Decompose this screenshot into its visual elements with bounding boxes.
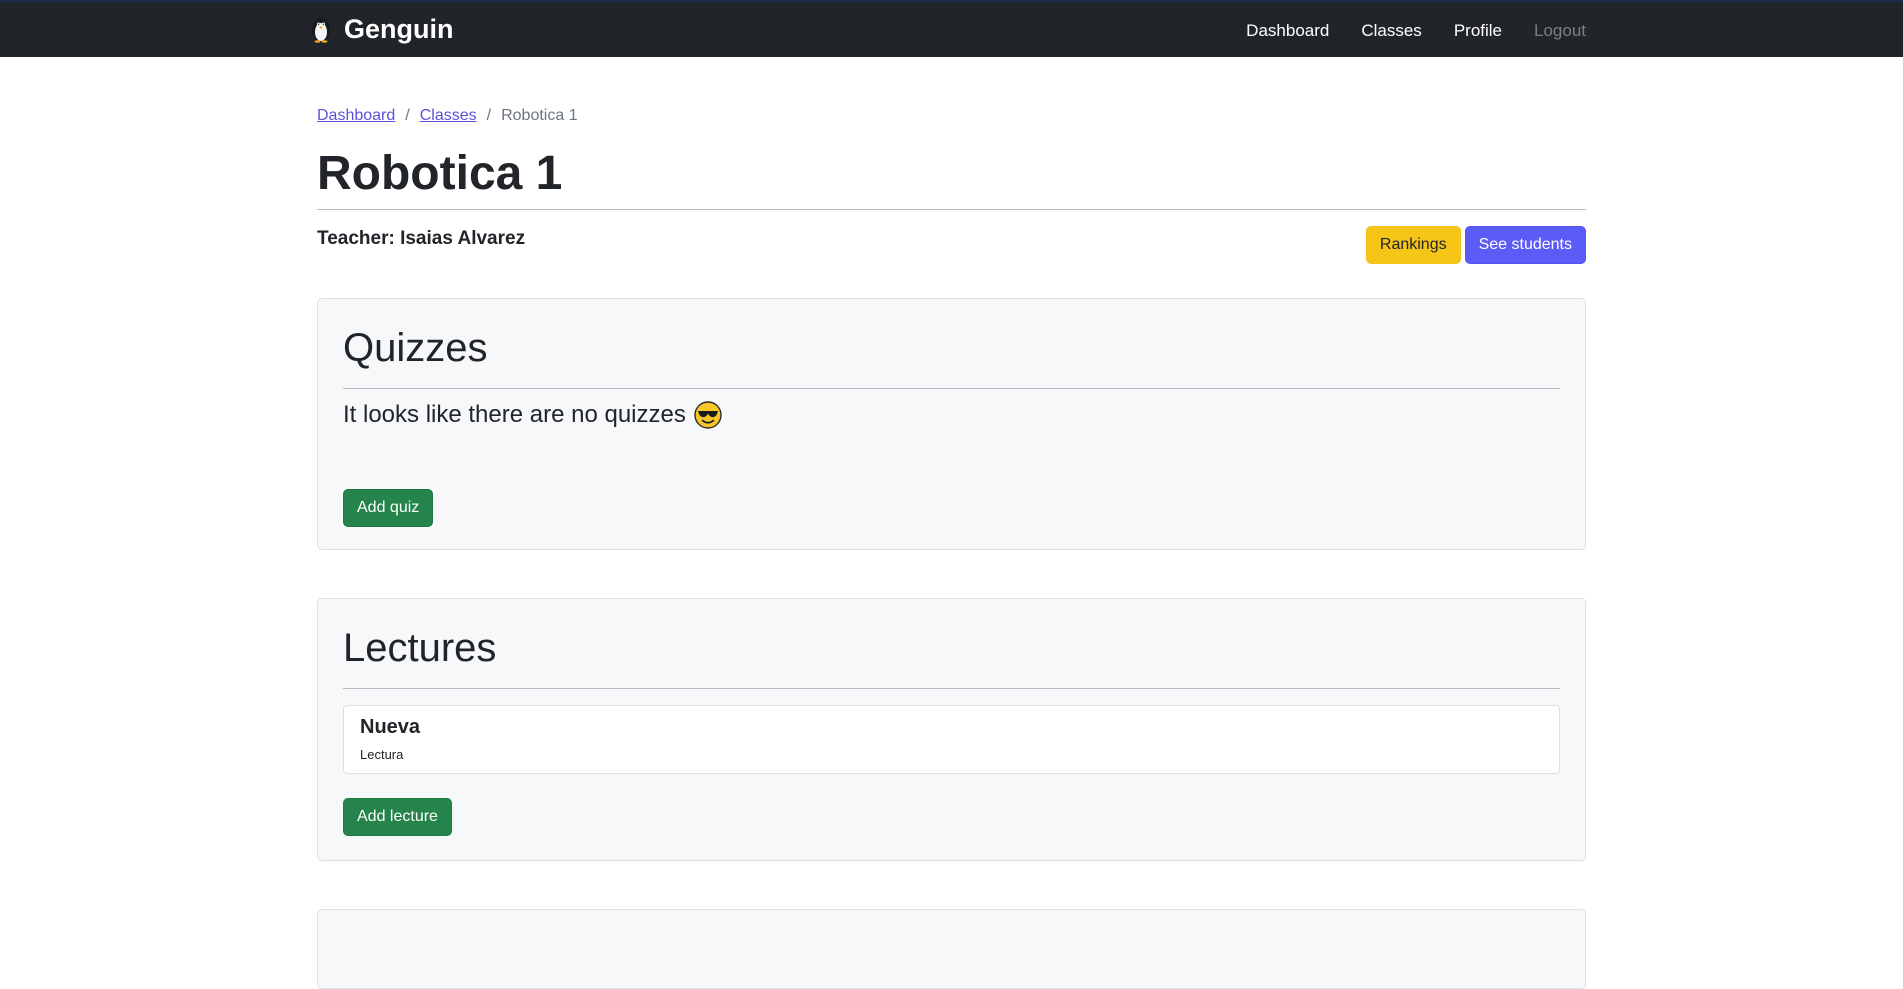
quizzes-card: Quizzes It looks like there are no quizz… — [317, 298, 1586, 550]
page-title: Robotica 1 — [317, 147, 563, 200]
top-navbar: Genguin Dashboard Classes Profile Logout — [0, 0, 1903, 57]
quizzes-empty-message: It looks like there are no quizzes — [343, 401, 722, 429]
breadcrumb-separator: / — [405, 107, 410, 124]
lectures-card: Lectures Nueva Lectura Add lecture — [317, 598, 1586, 861]
breadcrumb-link-dashboard[interactable]: Dashboard — [317, 107, 395, 125]
next-section-card — [317, 909, 1586, 989]
rankings-button[interactable]: Rankings — [1365, 226, 1461, 264]
see-students-button[interactable]: See students — [1464, 226, 1586, 264]
lectures-heading: Lectures — [343, 626, 497, 670]
title-divider — [317, 209, 1586, 210]
teacher-label: Teacher: Isaias Alvarez — [317, 228, 526, 249]
brand-name: Genguin — [344, 13, 454, 44]
breadcrumb-separator: / — [486, 107, 492, 124]
class-actions: Rankings See students — [1365, 226, 1586, 264]
quizzes-divider — [343, 388, 1560, 389]
nav-link-logout[interactable]: Logout — [1534, 21, 1586, 41]
breadcrumb: Dashboard / Classes / Robotica 1 — [317, 107, 578, 125]
lecture-subtitle: Lectura — [360, 747, 404, 762]
add-quiz-button[interactable]: Add quiz — [343, 489, 434, 527]
nav-link-profile[interactable]: Profile — [1454, 21, 1502, 41]
lectures-divider — [343, 688, 1560, 689]
nav-links: Dashboard Classes Profile Logout — [1246, 2, 1586, 59]
add-lecture-button[interactable]: Add lecture — [343, 798, 452, 836]
lecture-title: Nueva — [360, 716, 421, 738]
nav-link-classes[interactable]: Classes — [1361, 21, 1421, 41]
smiling-face-with-sunglasses-icon — [694, 401, 722, 429]
quizzes-empty-text: It looks like there are no quizzes — [343, 401, 686, 428]
nav-link-dashboard[interactable]: Dashboard — [1246, 21, 1329, 41]
brand-link[interactable]: Genguin — [310, 14, 454, 44]
quizzes-heading: Quizzes — [343, 326, 488, 370]
breadcrumb-link-classes[interactable]: Classes — [420, 107, 477, 125]
penguin-icon — [312, 18, 330, 43]
breadcrumb-current: Robotica 1 — [501, 107, 578, 124]
lecture-list-item[interactable]: Nueva Lectura — [343, 705, 1560, 774]
